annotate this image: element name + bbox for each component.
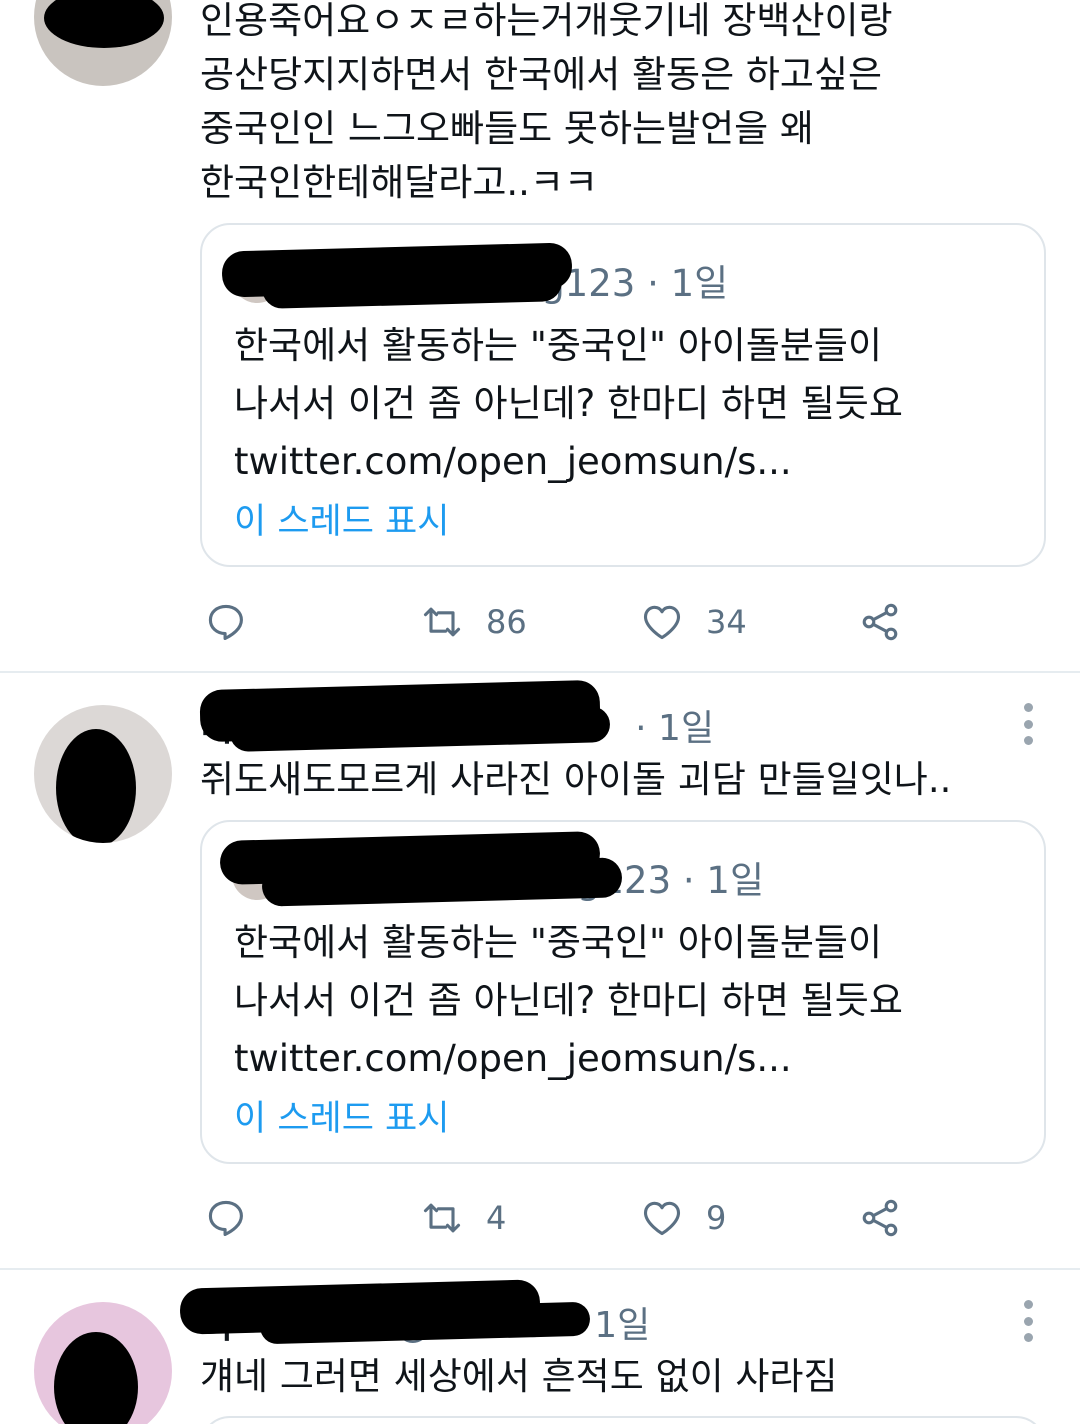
heart-outline-icon xyxy=(643,605,681,640)
quoted-tweet[interactable] xyxy=(200,1416,1046,1424)
share-button[interactable] xyxy=(858,597,902,647)
share-nodes-icon xyxy=(862,1199,898,1237)
quoted-text: 한국에서 활동하는 "중국인" 아이돌분들이 나서서 이건 좀 아닌데? 한마디… xyxy=(234,921,903,1080)
heart-outline-icon xyxy=(643,1201,681,1236)
tweet-text: 쥐도새도모르게 사라진 아이돌 괴담 만들일잇나.. xyxy=(200,758,952,801)
vertical-dots-icon[interactable] xyxy=(1016,699,1040,749)
like-button[interactable]: 9 xyxy=(640,1193,726,1243)
redaction-mark xyxy=(261,261,563,309)
tweet-3[interactable]: 최 @suokk · 1일 걔네 그러면 세상에서 흔적도 없이 사라짐 xyxy=(0,1270,1080,1424)
vertical-dots-icon[interactable] xyxy=(1016,1296,1040,1346)
reply-button[interactable] xyxy=(204,1193,248,1243)
reply-button[interactable] xyxy=(204,597,248,647)
avatar[interactable] xyxy=(34,0,172,86)
retweet-button[interactable]: 4 xyxy=(420,1193,506,1243)
retweet-arrows-icon xyxy=(423,607,461,637)
tweet-time[interactable]: · 1일 xyxy=(635,708,714,749)
avatar[interactable] xyxy=(34,705,172,843)
quoted-time: · 1일 xyxy=(647,262,729,305)
like-count: 34 xyxy=(706,603,747,641)
tweet-2[interactable]: 니예 @ · 1일 쥐도새도모르게 사라진 아이돌 괴담 만들일잇나.. g12… xyxy=(0,673,1080,1269)
retweet-count: 4 xyxy=(486,1199,507,1237)
tweet-actions: 86 34 xyxy=(200,597,920,647)
tweet-1[interactable]: 인용죽어요ㅇㅈㄹ하는거개웃기네 장백산이랑 공산당지지하면서 한국에서 활동은 … xyxy=(0,0,1080,672)
show-thread-link[interactable]: 이 스레드 표시 xyxy=(234,1090,449,1141)
quoted-tweet[interactable]: g123 · 1일 한국에서 활동하는 "중국인" 아이돌분들이 나서서 이건 … xyxy=(200,820,1046,1164)
retweet-button[interactable]: 86 xyxy=(420,597,527,647)
share-nodes-icon xyxy=(862,603,898,641)
retweet-count: 86 xyxy=(486,603,527,641)
show-thread-link[interactable]: 이 스레드 표시 xyxy=(234,493,449,544)
tweet-text: 인용죽어요ㅇㅈㄹ하는거개웃기네 장백산이랑 공산당지지하면서 한국에서 활동은 … xyxy=(200,0,893,204)
retweet-arrows-icon xyxy=(423,1203,461,1233)
tweet-text: 걔네 그러면 세상에서 흔적도 없이 사라짐 xyxy=(200,1355,838,1398)
share-button[interactable] xyxy=(858,1193,902,1243)
speech-bubble-icon xyxy=(208,1200,243,1237)
avatar[interactable] xyxy=(34,1302,172,1424)
like-button[interactable]: 34 xyxy=(640,597,747,647)
quoted-tweet[interactable]: schang123 · 1일 한국에서 활동하는 "중국인" 아이돌분들이 나서… xyxy=(200,223,1046,567)
speech-bubble-icon xyxy=(208,604,243,641)
like-count: 9 xyxy=(706,1199,727,1237)
quoted-time: · 1일 xyxy=(682,859,764,902)
quoted-text: 한국에서 활동하는 "중국인" 아이돌분들이 나서서 이건 좀 아닌데? 한마디… xyxy=(234,324,903,483)
tweet-actions: 4 9 xyxy=(200,1193,920,1243)
